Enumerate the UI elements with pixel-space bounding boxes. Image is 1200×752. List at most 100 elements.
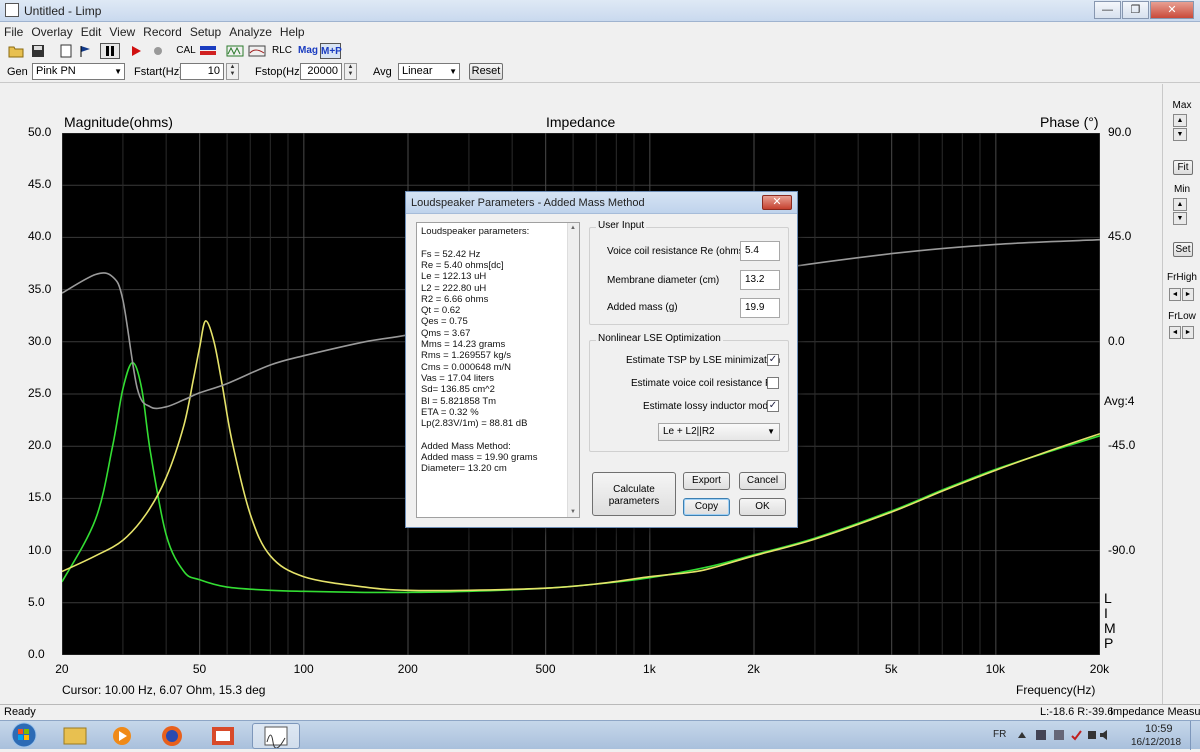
fstop-spinner[interactable]: ▲ ▼ [344,63,357,80]
flag-icon[interactable] [78,43,94,59]
magnitude-tick-label: 15.0 [28,490,52,505]
frlow-left-button[interactable]: ◄ [1169,326,1181,339]
open-folder-icon[interactable] [8,43,24,59]
reset-button[interactable]: Reset [469,63,503,80]
calculate-label-line1: Calculate [613,484,655,495]
mag-button[interactable]: Mag [298,43,318,59]
explorer-taskbar-icon[interactable] [52,723,100,749]
menu-edit[interactable]: Edit [77,22,106,39]
maximize-button[interactable]: ❐ [1122,1,1149,19]
lossy-inductor-label: Estimate lossy inductor model [643,401,776,412]
menu-record[interactable]: Record [139,22,186,39]
added-mass-label: Added mass (g) [607,302,678,313]
lossy-inductor-checkbox[interactable]: ✓ [767,400,779,412]
magnitude-tick-label: 20.0 [28,438,52,453]
frhigh-right-button[interactable]: ► [1182,288,1194,301]
minimize-button[interactable]: — [1094,1,1121,19]
pause-icon[interactable] [100,43,120,59]
menu-help[interactable]: Help [276,22,309,39]
added-mass-input[interactable]: 19.9 [740,298,780,318]
chevron-down-icon: ▼ [114,67,122,76]
firefox-taskbar-icon[interactable] [150,723,198,749]
menu-analyze[interactable]: Analyze [225,22,276,39]
min-up-button[interactable]: ▲ [1173,198,1187,211]
status-levels: L:-18.6 R:-39.6 [1040,706,1114,718]
fit-button[interactable]: Fit [1173,160,1193,175]
frequency-tick-label: 500 [535,662,556,676]
set-button[interactable]: Set [1173,242,1193,257]
calculate-label-line2: parameters [608,496,660,507]
min-down-button[interactable]: ▼ [1173,212,1187,225]
diameter-input[interactable]: 13.2 [740,270,780,290]
menu-bar: File Overlay Edit View Record Setup Analyze Hel… [0,22,1200,41]
ok-button[interactable]: OK [739,498,786,516]
snipping-tool-taskbar-icon[interactable] [200,723,248,749]
window-title: Untitled - Limp [24,4,102,18]
parameter-line: Mms = 14.23 grams [421,339,506,350]
scroll-down-icon[interactable]: ▼ [570,509,576,515]
fstop-input[interactable]: 20000 [300,63,342,80]
plot-title: Impedance [546,114,616,130]
show-desktop-button[interactable] [1190,721,1200,750]
menu-overlay[interactable]: Overlay [27,22,76,39]
parameter-line: Sd= 136.85 cm^2 [421,384,495,396]
frequency-tick-label: 1k [643,662,656,676]
status-ready: Ready [4,706,36,718]
parameters-list[interactable]: Loudspeaker parameters: Fs = 52.42 Hz Re =… [416,222,580,518]
magnitude-tick-label: 40.0 [28,229,52,244]
cal-button[interactable]: CAL [176,43,196,59]
user-input-title: User Input [596,220,647,231]
clock-date: 16/12/2018 [1131,737,1182,748]
menu-file[interactable]: File [0,22,27,39]
title-bar: Untitled - Limp — ❐ ✕ [0,0,1200,22]
frequency-tick-label: 5k [884,662,898,676]
system-tray-icons[interactable] [1016,728,1111,742]
max-down-button[interactable]: ▼ [1173,128,1187,141]
play-icon[interactable] [128,43,144,59]
limp-side-letters: L I M P [1104,591,1116,651]
save-icon[interactable] [30,43,46,59]
record-icon[interactable] [150,43,166,59]
inductor-model-select[interactable]: Le + L2||R2 ▼ [658,423,780,441]
parameter-line: R2 = 6.66 ohms [421,293,489,305]
avg-select[interactable]: Linear ▼ [398,63,460,80]
max-up-button[interactable]: ▲ [1173,114,1187,127]
parameters-scrollbar[interactable]: ▲ ▼ [567,223,579,517]
waveform-icon[interactable] [226,43,244,59]
fstart-spinner[interactable]: ▲ ▼ [226,63,239,80]
parameter-line: Lp(2.83V/1m) = 88.81 dB [421,418,528,430]
rlc-button[interactable]: RLC [272,43,292,59]
start-button[interactable] [6,722,42,748]
cancel-button[interactable]: Cancel [739,472,786,490]
frequency-tick-label: 100 [293,662,314,676]
rgb-icon[interactable] [199,43,217,59]
menu-view[interactable]: View [105,22,139,39]
window-controls: — ❐ ✕ [1093,1,1194,19]
fstop-label: Fstop(Hz) [255,66,304,78]
generator-bar: Gen Pink PN ▼ Fstart(Hz) 10 ▲ ▼ Fstop(Hz) … [0,61,1200,83]
media-player-taskbar-icon[interactable] [100,723,148,749]
re-input[interactable]: 5.4 [740,241,780,261]
filter-icon[interactable] [248,43,266,59]
copy-button[interactable]: Copy [683,498,730,516]
limp-taskbar-icon[interactable] [252,723,300,749]
new-page-icon[interactable] [58,43,74,59]
language-indicator[interactable]: FR [993,729,1006,740]
mag-phase-button[interactable]: M+P [320,43,342,59]
fstart-input[interactable]: 10 [180,63,224,80]
frlow-right-button[interactable]: ► [1182,326,1194,339]
estimate-re-checkbox[interactable] [767,377,779,389]
menu-setup[interactable]: Setup [186,22,225,39]
lse-minimization-checkbox[interactable]: ✓ [767,354,779,366]
export-button[interactable]: Export [683,472,730,490]
close-button[interactable]: ✕ [1150,1,1194,19]
frhigh-left-button[interactable]: ◄ [1169,288,1181,301]
parameter-line: Diameter= 13.20 cm [421,463,507,475]
dialog-close-button[interactable]: ✕ [762,195,792,210]
lse-optimization-group: Nonlinear LSE Optimization Estimate TSP … [589,333,789,452]
gen-select[interactable]: Pink PN ▼ [32,63,125,80]
scroll-up-icon[interactable]: ▲ [570,225,576,231]
gen-label: Gen [7,66,28,78]
calculate-parameters-button[interactable]: Calculate parameters [592,472,676,516]
frequency-axis-title: Frequency(Hz) [1016,683,1096,697]
